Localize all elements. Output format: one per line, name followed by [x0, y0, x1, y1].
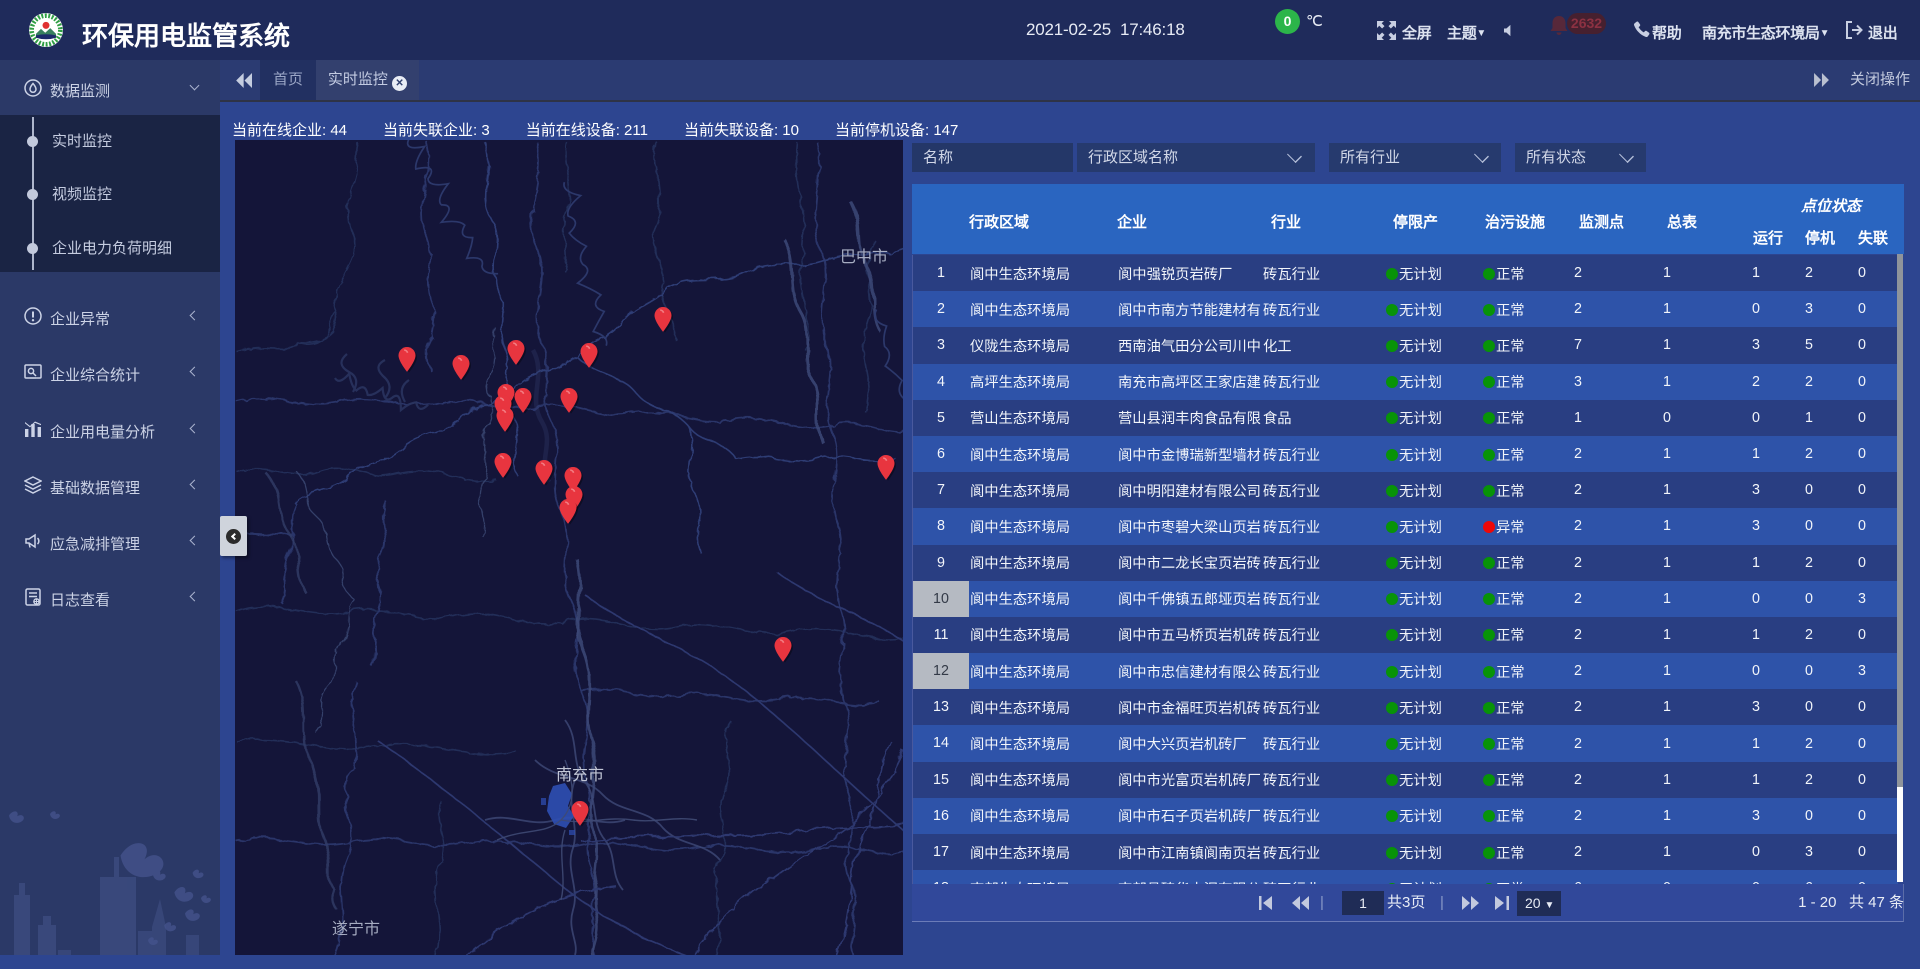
svg-text:遂宁市: 遂宁市	[332, 920, 380, 938]
svg-text:南充市: 南充市	[556, 766, 604, 784]
svg-text:巴中市: 巴中市	[840, 248, 888, 266]
